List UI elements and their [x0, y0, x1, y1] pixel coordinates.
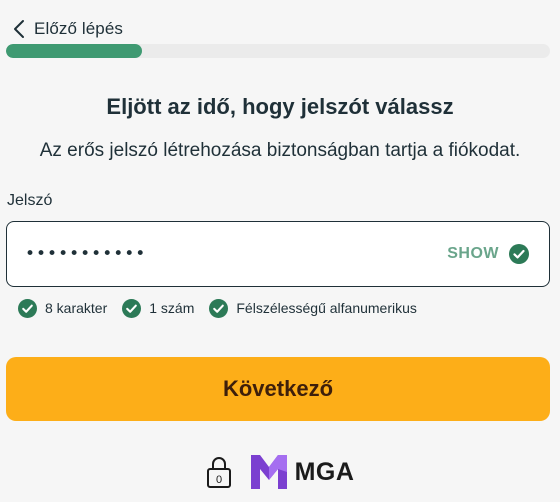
requirement-halfwidth: Félszélességű alfanumerikus	[209, 298, 417, 318]
page-title: Eljött az idő, hogy jelszót válassz	[106, 94, 454, 119]
lock-icon: 0	[206, 455, 232, 489]
mga-logo: MGA	[250, 454, 355, 490]
password-label: Jelszó	[7, 192, 53, 209]
footer: 0 MGA	[0, 452, 560, 492]
check-circle-icon	[509, 244, 529, 264]
show-password-toggle[interactable]: SHOW	[447, 245, 499, 263]
check-circle-icon	[18, 298, 37, 318]
progress-fill	[6, 44, 142, 58]
requirement-min-length: 8 karakter	[18, 298, 108, 318]
check-circle-icon	[122, 298, 142, 318]
requirement-label: 1 szám	[149, 300, 195, 316]
mga-logo-text: MGA	[294, 457, 355, 486]
requirement-label: Félszélességű alfanumerikus	[236, 300, 417, 316]
password-input[interactable]: •••••••••••	[25, 244, 447, 264]
progress-bar	[6, 44, 550, 58]
password-requirements: 8 karakter 1 szám Félszélességű alfanume…	[18, 297, 432, 319]
back-link-label: Előző lépés	[34, 19, 123, 38]
next-button[interactable]: Következő	[6, 357, 550, 421]
check-circle-icon	[209, 298, 229, 318]
chevron-left-icon	[12, 19, 26, 39]
back-link[interactable]: Előző lépés	[12, 16, 123, 42]
mga-logo-icon	[250, 455, 287, 489]
password-field[interactable]: ••••••••••• SHOW	[6, 221, 550, 287]
page-subtitle: Az erős jelszó létrehozása biztonságban …	[39, 140, 521, 161]
requirement-number: 1 szám	[122, 298, 195, 318]
age-badge-text: 0	[216, 474, 222, 486]
requirement-label: 8 karakter	[45, 300, 108, 316]
